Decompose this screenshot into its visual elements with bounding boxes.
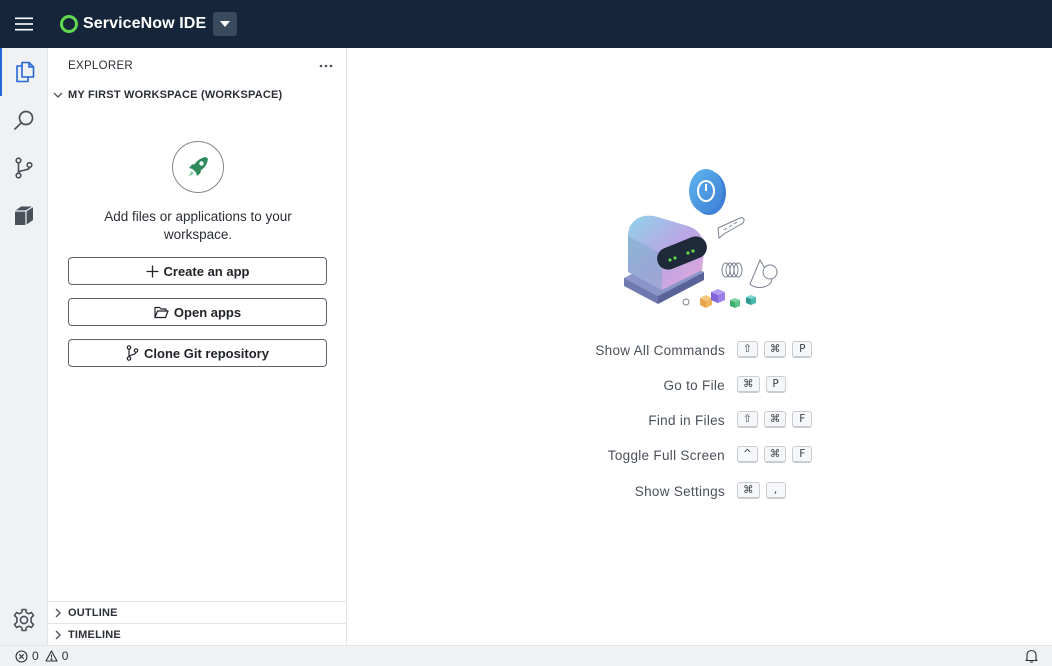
error-count: 0 xyxy=(32,649,39,663)
files-icon xyxy=(16,61,35,83)
keycap: P xyxy=(792,341,813,358)
shortcut-row: Find in Files ⇧ ⌘ F xyxy=(348,411,1052,431)
activity-source-control[interactable] xyxy=(0,144,48,192)
shortcut-label: Find in Files xyxy=(648,413,725,428)
keycap: P xyxy=(765,376,786,393)
chevron-down-icon xyxy=(53,92,63,98)
shortcut-row: Show All Commands ⇧ ⌘ P xyxy=(348,341,1052,361)
clone-git-label: Clone Git repository xyxy=(144,345,269,361)
activity-packages[interactable] xyxy=(0,192,48,240)
folder-open-icon xyxy=(154,306,169,318)
notifications-button[interactable] xyxy=(1025,649,1038,666)
activity-bar xyxy=(0,48,48,645)
cube-icon xyxy=(15,205,34,225)
hamburger-menu-button[interactable] xyxy=(0,0,48,48)
warning-icon xyxy=(45,650,58,662)
workspace-title: MY FIRST WORKSPACE (WORKSPACE) xyxy=(68,89,283,101)
problems-status[interactable]: 0 0 xyxy=(15,649,68,663)
brand: ServiceNow IDE xyxy=(60,12,238,36)
open-apps-label: Open apps xyxy=(173,304,242,320)
git-branch-icon xyxy=(126,345,139,361)
workspace-tree-header[interactable]: MY FIRST WORKSPACE (WORKSPACE) xyxy=(52,86,282,104)
servicenow-logo-icon xyxy=(60,15,78,33)
explorer-sidebar: EXPLORER MY FIRST WORKSPACE (WORKSPACE) … xyxy=(48,48,347,645)
outline-section-header[interactable]: OUTLINE xyxy=(48,601,347,623)
keycap: F xyxy=(792,446,813,463)
app-switcher-dropdown[interactable] xyxy=(213,12,238,36)
shortcut-label: Toggle Full Screen xyxy=(607,448,725,463)
timeline-section-header[interactable]: TIMELINE xyxy=(48,623,347,645)
keycap: ⌘ xyxy=(763,446,787,463)
robot-illustration xyxy=(624,169,778,308)
keycap: ⇧ xyxy=(737,341,758,358)
gear-icon xyxy=(13,608,35,632)
caret-down-icon xyxy=(220,21,231,27)
shortcut-label: Go to File xyxy=(663,378,725,393)
open-apps-button[interactable]: Open apps xyxy=(68,298,327,326)
keycap: ⌘ xyxy=(763,341,787,358)
bell-icon xyxy=(1025,649,1038,663)
shortcut-row: Toggle Full Screen ^ ⌘ F xyxy=(348,446,1052,466)
top-bar: ServiceNow IDE xyxy=(0,0,1052,48)
chevron-right-icon xyxy=(55,608,61,617)
status-bar: 0 0 xyxy=(0,645,1052,666)
keycap: ⌘ xyxy=(737,482,760,499)
app-title: ServiceNow IDE xyxy=(83,15,207,32)
shortcut-keys: ^ ⌘ F xyxy=(737,446,813,463)
shortcut-keys: ⇧ ⌘ P xyxy=(737,341,813,358)
keycap: ⌘ xyxy=(763,411,787,428)
source-control-icon xyxy=(15,157,33,179)
ellipsis-icon xyxy=(319,64,333,68)
keycap: , xyxy=(765,482,786,499)
create-app-label: Create an app xyxy=(163,263,250,279)
keycap: F xyxy=(792,411,813,428)
keycap: ⌘ xyxy=(737,376,760,393)
activity-settings[interactable] xyxy=(0,596,48,644)
chevron-right-icon xyxy=(55,630,61,639)
shortcut-label: Show Settings xyxy=(634,484,725,499)
activity-search[interactable] xyxy=(0,96,48,144)
shortcut-row: Show Settings ⌘ , xyxy=(348,482,1052,502)
error-icon xyxy=(15,649,28,663)
keycap: ⇧ xyxy=(737,411,758,428)
keycap: ^ xyxy=(737,446,758,463)
create-app-button[interactable]: Create an app xyxy=(68,257,327,285)
rocket-icon xyxy=(188,157,208,177)
shortcut-keys: ⇧ ⌘ F xyxy=(737,411,813,428)
outline-label: OUTLINE xyxy=(68,606,118,619)
warning-count: 0 xyxy=(61,649,69,663)
plus-icon xyxy=(146,265,158,277)
rocket-badge xyxy=(172,141,224,193)
empty-workspace-message: Add files or applications to your worksp… xyxy=(104,209,292,242)
explorer-header: EXPLORER xyxy=(68,60,134,72)
shortcut-keys: ⌘ , xyxy=(737,482,786,499)
editor-area: Show All Commands ⇧ ⌘ P Go to File ⌘ P F… xyxy=(348,48,1052,645)
shortcut-label: Show All Commands xyxy=(595,343,725,358)
timeline-label: TIMELINE xyxy=(68,628,121,641)
shortcut-row: Go to File ⌘ P xyxy=(348,376,1052,396)
search-icon xyxy=(14,110,34,130)
activity-explorer[interactable] xyxy=(0,48,48,96)
hamburger-icon xyxy=(15,17,33,31)
shortcut-keys: ⌘ P xyxy=(737,376,786,393)
explorer-more-actions-button[interactable] xyxy=(316,56,336,76)
clone-git-repository-button[interactable]: Clone Git repository xyxy=(68,339,327,367)
